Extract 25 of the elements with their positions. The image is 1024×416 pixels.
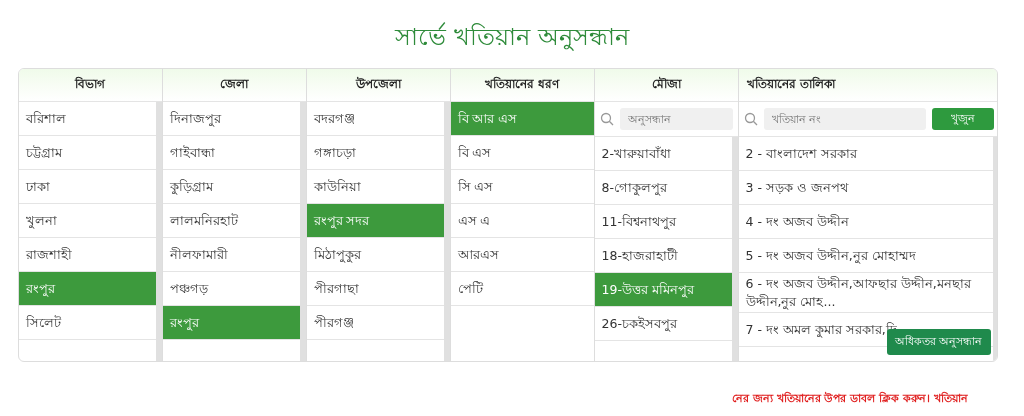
scrollbar[interactable] (731, 137, 738, 361)
search-field[interactable]: অনুসন্ধান (619, 108, 733, 130)
hint-text: নের জন্য খতিয়ানের উপর ডাবল ক্লিক করুন। খতিয়ান (732, 390, 968, 407)
scrollbar[interactable] (443, 102, 450, 361)
search-field[interactable]: খতিয়ান নং (763, 108, 926, 130)
column-heading: খতিয়ানের ধরণ (450, 69, 594, 102)
search-icon (599, 112, 614, 126)
column-heading: মৌজা (594, 69, 738, 102)
column-heading: খতিয়ানের তালিকা (738, 69, 997, 102)
advanced-search-button[interactable]: অধিকতর অনুসন্ধান (887, 329, 991, 355)
column-heading: উপজেলা (306, 69, 450, 102)
search-icon (743, 112, 758, 126)
scrollbar[interactable] (992, 137, 997, 361)
list-item[interactable]: রংপুর (162, 306, 300, 340)
page-title: সার্ভে খতিয়ান অনুসন্ধান (395, 21, 629, 53)
column-heading: জেলা (162, 69, 306, 102)
search-button[interactable]: খুজুন (931, 108, 994, 130)
list-item[interactable]: 6 - দং অজব উদ্দীন,আফছার উদ্দীন,মনছার উদ্দীন,নুর মোহ... (738, 273, 993, 313)
scrollbar[interactable] (299, 102, 306, 361)
list-item[interactable]: 19-উত্তর মমিনপুর (594, 273, 732, 307)
list-item[interactable]: রংপুর সদর (306, 204, 444, 238)
list-item[interactable]: রংপুর (18, 272, 156, 306)
scrollbar[interactable] (155, 102, 162, 361)
column-heading: বিভাগ (18, 69, 162, 102)
list-item[interactable]: বি আর এস (450, 102, 594, 136)
